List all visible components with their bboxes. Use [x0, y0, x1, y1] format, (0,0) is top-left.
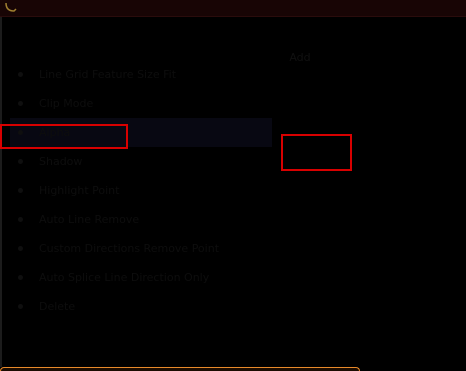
list-item-label: Delete	[39, 300, 76, 313]
app-icon	[5, 2, 17, 12]
bullet-icon	[18, 159, 23, 164]
list-item[interactable]: Line Grid Feature Size Fit	[10, 60, 272, 89]
list-item-label: Shadow	[39, 155, 83, 168]
bullet-icon	[18, 275, 23, 280]
list-item-label: Custom Directions Remove Point	[39, 242, 220, 255]
option-list: Line Grid Feature Size Fit Clip Mode Alp…	[10, 60, 272, 321]
list-item[interactable]: Highlight Point	[10, 176, 272, 205]
list-item[interactable]: Custom Directions Remove Point	[10, 234, 272, 263]
list-item[interactable]: Clip Mode	[10, 89, 272, 118]
column-header: Add	[289, 51, 311, 64]
bullet-icon	[18, 188, 23, 193]
bottom-panel-edge	[0, 367, 360, 371]
bullet-icon	[18, 101, 23, 106]
bullet-icon	[18, 72, 23, 77]
list-item[interactable]: Auto Splice Line Direction Only	[10, 263, 272, 292]
list-item-label: Highlight Point	[39, 184, 120, 197]
list-item-label: Auto Splice Line Direction Only	[39, 271, 210, 284]
list-item[interactable]: Delete	[10, 292, 272, 321]
bullet-icon	[18, 246, 23, 251]
highlight-box-selected-item	[0, 124, 128, 149]
list-item-label: Auto Line Remove	[39, 213, 140, 226]
bullet-icon	[18, 217, 23, 222]
highlight-box-target-area[interactable]	[281, 134, 352, 171]
list-item-label: Clip Mode	[39, 97, 94, 110]
list-item[interactable]: Shadow	[10, 147, 272, 176]
list-item-label: Line Grid Feature Size Fit	[39, 68, 177, 81]
title-bar	[0, 0, 466, 17]
bullet-icon	[18, 304, 23, 309]
list-item[interactable]: Auto Line Remove	[10, 205, 272, 234]
